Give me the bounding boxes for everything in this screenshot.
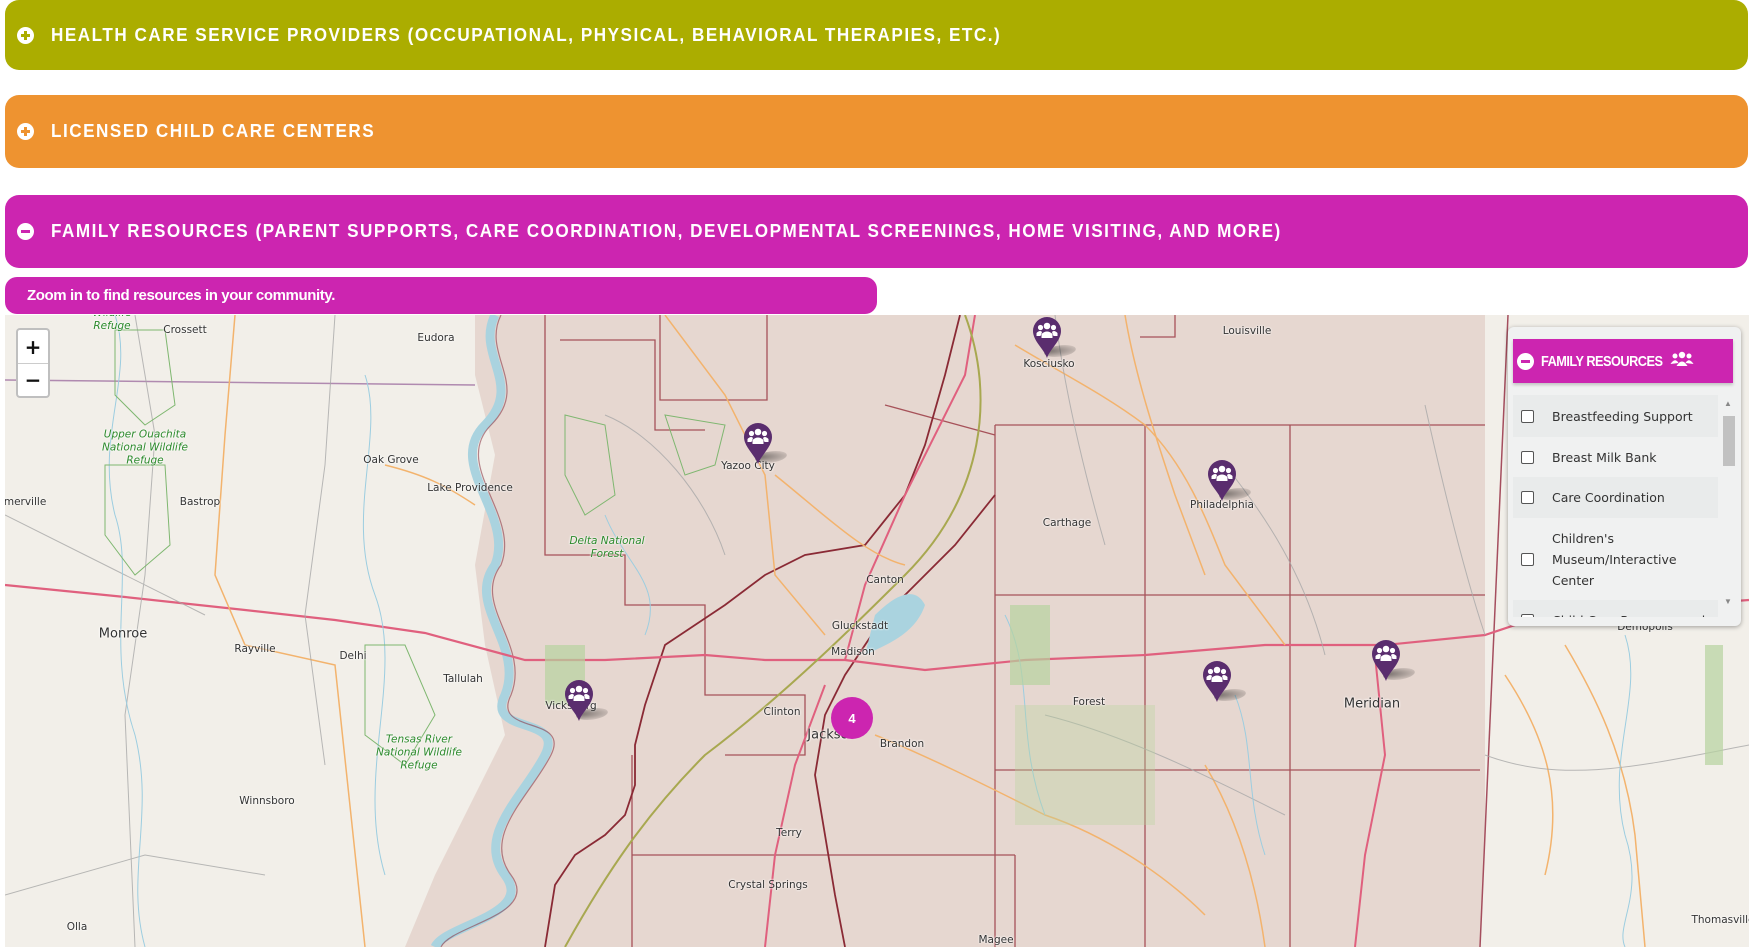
place-label: Meridian [1343, 696, 1401, 712]
family-group-icon [744, 423, 772, 464]
place-label: Tallulah [443, 673, 483, 685]
zoom-control: + − [16, 328, 50, 398]
place-label: Canton [866, 574, 904, 586]
marker-yazoo-city[interactable] [742, 421, 792, 465]
plus-circle-icon [17, 123, 34, 140]
park-label: Delta National Forest [569, 535, 645, 560]
marker-philadelphia[interactable] [1206, 458, 1256, 502]
layer-control-panel: Family Resources Breastfeeding Support B… [1508, 327, 1741, 626]
park-label: Wildlife Refuge [93, 315, 132, 332]
marker-meridian[interactable] [1370, 638, 1420, 682]
marker-cluster[interactable]: 4 [831, 697, 873, 739]
park-label: Tensas River National Wildlife Refuge [376, 733, 462, 772]
accordion-health-care-providers[interactable]: Health Care Service Providers (Occupatio… [5, 0, 1748, 70]
place-label: Oak Grove [363, 454, 419, 466]
scroll-up-arrow-icon[interactable]: ▲ [1724, 399, 1732, 408]
layer-label: Breast Milk Bank [1552, 449, 1657, 465]
place-label: Louisville [1222, 325, 1272, 337]
accordion-title: Health Care Service Providers (Occupatio… [51, 24, 1002, 45]
family-group-icon [1372, 640, 1400, 681]
layer-checkbox[interactable] [1521, 491, 1534, 504]
family-group-icon [1203, 661, 1231, 702]
place-label: Rayville [234, 643, 276, 655]
park-label: Upper Ouachita National Wildlife Refuge [102, 428, 188, 467]
layer-item-breastfeeding-support[interactable]: Breastfeeding Support [1513, 395, 1718, 437]
family-group-icon [1033, 317, 1061, 358]
place-label: Monroe [98, 626, 148, 642]
place-label: Thomasville [1691, 914, 1749, 926]
place-label: Delhi [339, 650, 367, 662]
layer-checkbox[interactable] [1521, 450, 1534, 464]
place-label: Gluckstadt [831, 620, 889, 632]
place-label: rmerville [5, 496, 47, 508]
layer-checkbox[interactable] [1521, 409, 1534, 423]
family-group-icon [1670, 351, 1694, 372]
layer-label: Child Care Resource and... [1552, 610, 1717, 618]
scroll-down-arrow-icon[interactable]: ▼ [1724, 597, 1732, 606]
place-label: Clinton [763, 706, 801, 718]
layer-item-childrens-museum[interactable]: Children's Museum/Interactive Center [1513, 518, 1718, 600]
marker-kosciusko[interactable] [1031, 315, 1081, 359]
layer-list-scrollbar[interactable]: ▲ ▼ [1721, 397, 1735, 617]
place-label: Eudora [417, 332, 455, 344]
place-label: Bastrop [179, 496, 221, 508]
layer-checkbox[interactable] [1521, 552, 1534, 566]
layer-list: Breastfeeding Support Breast Milk Bank C… [1513, 395, 1718, 617]
minus-circle-icon [1517, 352, 1534, 370]
accordion-licensed-child-care[interactable]: Licensed Child Care Centers [5, 95, 1748, 168]
layer-item-child-care-resource[interactable]: Child Care Resource and... [1513, 600, 1718, 617]
zoom-in-button[interactable]: + [18, 330, 48, 363]
family-group-icon [565, 680, 593, 721]
place-label: Lake Providence [427, 482, 513, 494]
accordion-title: Family Resources (Parent Supports, Care … [51, 221, 1282, 241]
layer-panel-header[interactable]: Family Resources [1513, 339, 1733, 383]
place-label: Terry [776, 827, 802, 839]
marker-vicksburg[interactable] [563, 678, 613, 722]
place-label: Crystal Springs [728, 879, 808, 891]
place-label: Winnsboro [239, 795, 295, 807]
mississippi-region [405, 315, 1508, 947]
place-label: Kosciusko [1023, 358, 1075, 370]
place-label: Brandon [879, 738, 925, 750]
layer-label: Children's Museum/Interactive Center [1552, 530, 1677, 588]
minus-circle-icon [17, 223, 34, 240]
zoom-hint-text: Zoom in to find resources in your commun… [27, 287, 335, 304]
scrollbar-thumb[interactable] [1723, 416, 1735, 466]
layer-label: Breastfeeding Support [1552, 408, 1693, 424]
place-label: Olla [66, 921, 88, 933]
zoom-out-button[interactable]: − [18, 363, 48, 396]
accordion-family-resources[interactable]: Family Resources (Parent Supports, Care … [5, 195, 1748, 268]
layer-item-breast-milk-bank[interactable]: Breast Milk Bank [1513, 437, 1718, 477]
marker-newton-county[interactable] [1201, 659, 1251, 703]
layer-panel-title: Family Resources [1541, 352, 1663, 370]
layer-checkbox[interactable] [1521, 613, 1534, 617]
accordion-title: Licensed Child Care Centers [51, 121, 376, 141]
layer-label: Care Coordination [1552, 490, 1665, 505]
cluster-count: 4 [848, 710, 856, 726]
map-canvas[interactable]: Crossett Eudora Louisville Kosciusko Oak… [5, 315, 1749, 947]
place-label: Carthage [1042, 517, 1092, 529]
plus-circle-icon [17, 26, 34, 44]
family-group-icon [1208, 460, 1236, 501]
place-label: Madison [831, 646, 875, 658]
zoom-hint-banner: Zoom in to find resources in your commun… [5, 277, 877, 314]
place-label: Crossett [163, 324, 207, 336]
place-label: Forest [1072, 696, 1106, 708]
layer-item-care-coordination[interactable]: Care Coordination [1513, 477, 1718, 518]
place-label: Magee [978, 934, 1014, 946]
